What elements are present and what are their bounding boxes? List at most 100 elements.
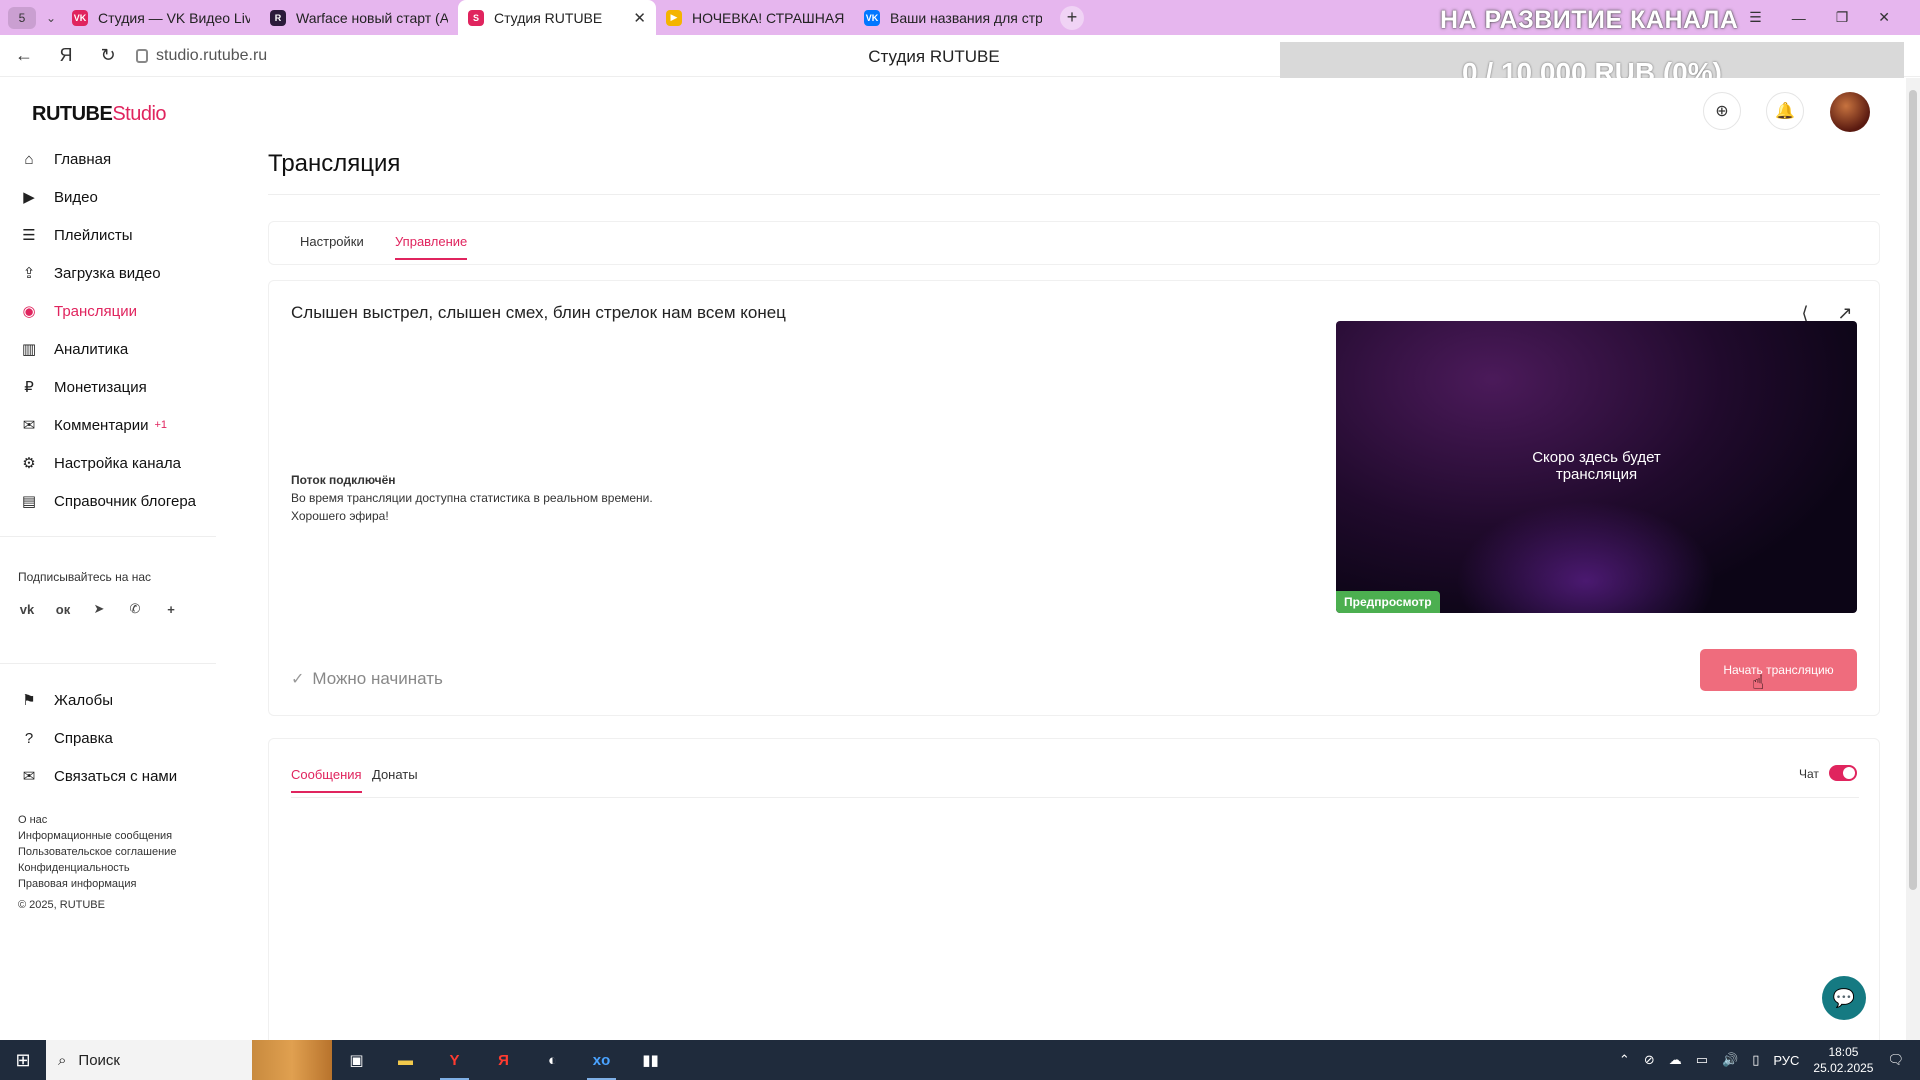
add-content-icon[interactable]: ⊕ (1703, 92, 1741, 130)
support-chat-button[interactable]: 💬 (1822, 976, 1866, 1020)
video-icon: ▶ (23, 189, 35, 206)
browser-tab[interactable]: VK Студия — VK Видео Live (62, 0, 260, 35)
chat-card: Сообщения Донаты Чат (268, 738, 1880, 1080)
cloud-icon[interactable]: ☁ (1669, 1052, 1682, 1068)
sidebar-item-label: Связаться с нами (54, 767, 178, 785)
taskbar-search[interactable]: ⌕ Поиск (46, 1040, 252, 1080)
tab-favicon-icon: R (270, 9, 286, 26)
sidebar-item[interactable]: ✉ Связаться с нами (20, 757, 220, 795)
tab-donations[interactable]: Донаты (372, 767, 418, 782)
sidebar-item-label: Справочник блогера (54, 492, 197, 510)
minimize-icon[interactable]: — (1792, 10, 1806, 26)
home-icon: ⌂ (24, 150, 34, 168)
page-scrollbar[interactable] (1906, 78, 1920, 1040)
stream-preview[interactable]: Скоро здесь будет трансляция Предпросмот… (1336, 321, 1857, 613)
check-icon: ✓ (291, 671, 305, 688)
task-view-icon[interactable]: ▣ (332, 1040, 381, 1080)
copyright: © 2025, RUTUBE (18, 899, 105, 911)
sidebar-item[interactable]: ⌂ Главная (20, 140, 220, 178)
chevron-up-icon[interactable]: ⌃ (1619, 1052, 1630, 1068)
search-highlight-art (252, 1040, 332, 1080)
broadcast-icon: ◉ (22, 303, 36, 320)
tab-settings[interactable]: Настройки (300, 234, 364, 249)
sidebar-item[interactable]: ◉ Трансляции (20, 292, 220, 330)
network-icon[interactable]: ▭ (1696, 1052, 1708, 1068)
tab-messages[interactable]: Сообщения (291, 767, 362, 793)
browser-tab[interactable]: VK Ваши названия для стри (854, 0, 1052, 35)
avatar[interactable] (1830, 92, 1870, 132)
yandex-icon[interactable]: Я (479, 1040, 528, 1080)
scrollbar-thumb[interactable] (1909, 90, 1917, 890)
sidebar-item[interactable]: ▥ Аналитика (20, 330, 220, 368)
tab-title: Студия — VK Видео Live (98, 9, 250, 26)
telegram-icon[interactable]: ➤ (90, 600, 108, 618)
obs-icon[interactable]: ◐ (528, 1040, 577, 1080)
vk-icon[interactable]: vk (18, 600, 36, 618)
sidebar-item-label: Аналитика (54, 340, 129, 358)
tab-count-button[interactable]: 5 (8, 6, 36, 29)
footer-link[interactable]: Пользовательское соглашение (18, 844, 176, 860)
new-tab-button[interactable]: + (1060, 5, 1084, 30)
notifications-bell-icon[interactable]: 🔔 (1766, 92, 1804, 130)
tab-management[interactable]: Управление (395, 234, 468, 260)
close-window-icon[interactable]: ✕ (1878, 9, 1890, 26)
sidebar-item[interactable]: ▶ Видео (20, 178, 220, 216)
window-controls: ☰ — ❐ ✕ (1749, 0, 1890, 35)
menu-icon[interactable]: ☰ (1749, 9, 1762, 26)
browser-tab[interactable]: S Студия RUTUBE ✕ (458, 0, 656, 35)
browser-tab[interactable]: ▶ НОЧЕВКА! СТРАШНАЯ И (656, 0, 854, 35)
sidebar-item[interactable]: ? Справка (20, 719, 220, 757)
tabs-dropdown-icon[interactable]: ⌄ (40, 11, 62, 25)
yandex-browser-icon[interactable]: Y (430, 1040, 479, 1080)
ok-icon[interactable]: ок (54, 600, 72, 618)
rutube-studio-logo[interactable]: RUTUBEStudio (32, 103, 167, 126)
plus-icon[interactable]: + (162, 600, 180, 618)
viber-icon[interactable]: ✆ (126, 600, 144, 618)
mail-icon: ✉ (22, 768, 36, 785)
sidebar-item-label: Монетизация (54, 378, 147, 396)
stats-app-icon[interactable]: ▮▮ (626, 1040, 675, 1080)
clock[interactable]: 18:05 25.02.2025 (1813, 1044, 1873, 1076)
tab-title: НОЧЕВКА! СТРАШНАЯ И (692, 9, 844, 26)
footer-link[interactable]: Информационные сообщения (18, 828, 176, 844)
social-links: vk ок ➤ ✆ + (18, 600, 180, 618)
footer-link[interactable]: О нас (18, 812, 176, 828)
stream-title: Слышен выстрел, слышен смех, блин стрело… (291, 303, 786, 322)
chat-toggle[interactable] (1829, 765, 1857, 781)
sidebar-item[interactable]: ▤ Справочник блогера (20, 482, 220, 520)
restore-icon[interactable]: ❐ (1836, 9, 1849, 26)
xsplit-icon[interactable]: xo (577, 1040, 626, 1080)
broadcast-tabs: Настройки Управление (268, 221, 1880, 265)
network-off-icon[interactable]: ⊘ (1644, 1052, 1655, 1068)
gear-icon: ⚙ (22, 455, 36, 472)
sidebar-item[interactable]: ✉ Комментарии +1 (20, 406, 220, 444)
sidebar-item-label: Главная (54, 150, 112, 168)
volume-icon[interactable]: 🔊 (1722, 1052, 1738, 1068)
preview-glow (1456, 501, 1716, 613)
battery-icon[interactable]: ▯ (1752, 1052, 1759, 1068)
start-broadcast-button[interactable]: Начать трансляцию (1700, 649, 1857, 691)
notifications-icon[interactable]: 🗨 (1887, 1052, 1904, 1068)
sidebar-item-label: Справка (54, 729, 113, 747)
broadcast-card: Слышен выстрел, слышен смех, блин стрело… (268, 280, 1880, 716)
sidebar-item[interactable]: ₽ Монетизация (20, 368, 220, 406)
sidebar-item[interactable]: ☰ Плейлисты (20, 216, 220, 254)
sidebar-nav: ⌂ Главная ▶ Видео ☰ Плейлисты ⇪ Загрузка видео ◉… (20, 140, 220, 520)
language-indicator[interactable]: РУС (1773, 1053, 1799, 1068)
sidebar-item[interactable]: ⇪ Загрузка видео (20, 254, 220, 292)
ready-text: Можно начинать (312, 669, 443, 688)
footer-link[interactable]: Конфиденциальность (18, 860, 176, 876)
status-line: Хорошего эфира! (291, 509, 389, 523)
sidebar-item[interactable]: ⚑ Жалобы (20, 681, 220, 719)
file-explorer-icon[interactable]: ▬ (381, 1040, 430, 1080)
footer-link[interactable]: Правовая информация (18, 876, 176, 892)
browser-tab[interactable]: R Warface новый старт (Ad (260, 0, 458, 35)
windows-taskbar: ⊞ ⌕ Поиск ▣ ▬ Y Я ◐ xo ▮▮ ⌃ ⊘ ☁ ▭ 🔊 ▯ РУ… (0, 1040, 1920, 1080)
tab-favicon-icon: VK (864, 9, 880, 26)
book-icon: ▤ (21, 493, 37, 510)
comment-icon: ✉ (22, 417, 36, 434)
windows-start-icon[interactable]: ⊞ (0, 1040, 46, 1080)
close-tab-icon[interactable]: ✕ (633, 9, 646, 27)
sidebar-item[interactable]: ⚙ Настройка канала (20, 444, 220, 482)
sidebar-item-label: Трансляции (54, 302, 138, 320)
